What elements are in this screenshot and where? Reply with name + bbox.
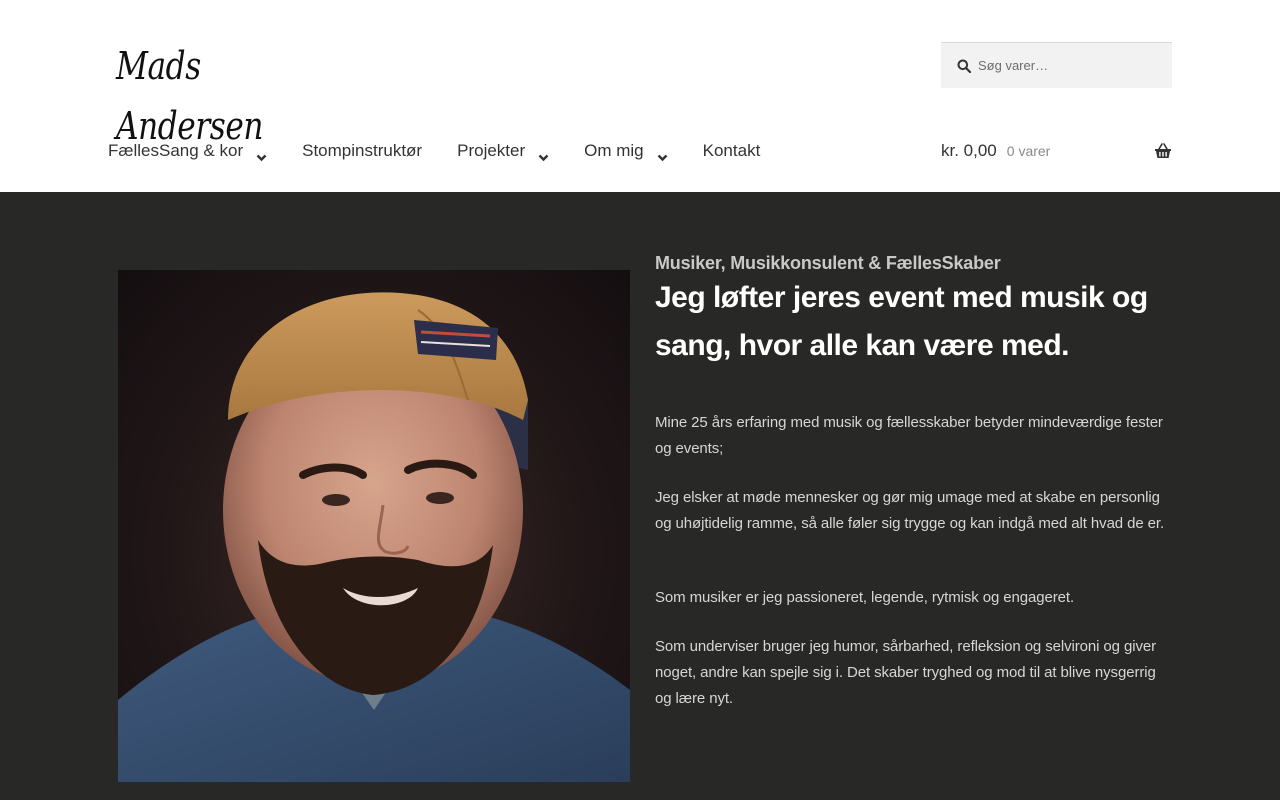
nav-item-label: Stompinstruktør	[302, 141, 423, 160]
search-icon	[957, 59, 971, 73]
product-search	[941, 42, 1172, 88]
nav-item-faellessang[interactable]: FællesSang & kor	[108, 141, 267, 162]
nav-item-om-mig[interactable]: Om mig	[584, 141, 668, 162]
nav-item-label: Om mig	[584, 141, 644, 160]
cart-count: 0 varer	[1006, 143, 1051, 159]
hero-subtitle: Musiker, Musikkonsulent & FællesSkaber	[655, 253, 1001, 273]
primary-nav: FællesSang & kor Stompinstruktør Projekt…	[108, 131, 795, 171]
chevron-down-icon[interactable]	[538, 147, 549, 162]
portrait-photo	[118, 270, 630, 782]
nav-item-label: FællesSang & kor	[108, 141, 244, 160]
hero-headline: Jeg løfter jeres event med musik og sang…	[655, 281, 1148, 362]
chevron-down-icon[interactable]	[657, 147, 668, 162]
hero-paragraph: Mine 25 års erfaring med musik og fælles…	[655, 414, 1163, 457]
hero-section: Musiker, Musikkonsulent & FællesSkaber J…	[0, 192, 1280, 800]
site-header: Mads Andersen FællesSang & kor Stompinst…	[0, 0, 1280, 192]
hero-paragraph: Jeg elsker at møde mennesker og gør mig …	[655, 489, 1165, 532]
nav-item-kontakt[interactable]: Kontakt	[703, 141, 761, 161]
nav-item-label: Projekter	[457, 141, 526, 160]
chevron-down-icon[interactable]	[256, 147, 267, 162]
hero-paragraph: Som musiker er jeg passioneret, legende,…	[655, 589, 1075, 606]
site-logo[interactable]: Mads Andersen	[116, 36, 296, 148]
nav-item-stompinstruktor[interactable]: Stompinstruktør	[302, 141, 422, 161]
cart-amount: kr. 0,00	[941, 141, 997, 160]
cart-summary[interactable]: kr. 0,00 0 varer	[941, 131, 1172, 171]
nav-item-projekter[interactable]: Projekter	[457, 141, 549, 162]
search-input[interactable]	[978, 58, 1158, 73]
nav-item-label: Kontakt	[702, 141, 761, 160]
basket-icon[interactable]	[1154, 143, 1172, 159]
hero-paragraph: Som underviser bruger jeg humor, sårbarh…	[655, 638, 1156, 707]
